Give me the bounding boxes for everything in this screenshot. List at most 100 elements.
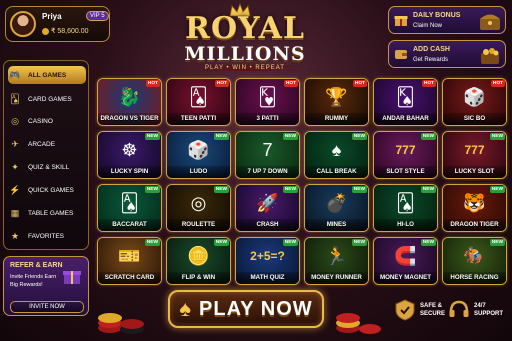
new-badge: NEW xyxy=(420,186,436,193)
game-tile-label: TEEN PATTI xyxy=(167,113,230,125)
game-tile[interactable]: 🏇 NEW HORSE RACING xyxy=(442,237,507,285)
game-tile[interactable]: 🏃 NEW MONEY RUNNER xyxy=(304,237,369,285)
vip-badge: VIP 5 xyxy=(86,11,109,21)
game-tile[interactable]: 🂡 NEW HI-LO xyxy=(373,184,438,232)
game-tile[interactable]: 🧲 NEW MONEY MAGNET xyxy=(373,237,438,285)
game-tile[interactable]: 🐉 HOT DRAGON VS TIGER xyxy=(97,78,162,126)
sidebar-item-label: QUIZ & SKILL xyxy=(28,163,70,171)
refer-text: Invite Friends Earn Big Rewards! xyxy=(10,274,57,288)
game-tile[interactable]: 7 NEW 7 UP 7 DOWN xyxy=(235,131,300,179)
daily-bonus-button[interactable]: DAILY BONUS Claim Now xyxy=(388,6,506,34)
sidebar-item-table-games[interactable]: ▦ TABLE GAMES xyxy=(8,204,86,222)
sidebar-item-quiz-skill[interactable]: ✦ QUIZ & SKILL xyxy=(8,158,86,176)
game-tile[interactable]: 🎲 HOT SIC BO xyxy=(442,78,507,126)
sidebar-item-favorites[interactable]: ★ FAVORITES xyxy=(8,227,86,245)
game-tile-label: DRAGON VS TIGER xyxy=(98,113,161,125)
invite-now-button[interactable]: INVITE NOW xyxy=(10,301,84,313)
headset-icon xyxy=(449,300,469,317)
new-badge: NEW xyxy=(420,133,436,140)
brain-icon: ✦ xyxy=(11,161,19,172)
shield-icon xyxy=(395,299,415,321)
treasure-chest-icon xyxy=(480,14,500,30)
sidebar-item-label: QUICK GAMES xyxy=(28,186,74,194)
sidebar-item-label: ARCADE xyxy=(28,140,56,148)
game-tile[interactable]: ☸ NEW LUCKY SPIN xyxy=(97,131,162,179)
game-tile-label: HI-LO xyxy=(374,219,437,231)
refer-title: REFER & EARN xyxy=(10,262,63,269)
new-badge: NEW xyxy=(420,239,436,246)
sidebar-item-arcade[interactable]: ✈ ARCADE xyxy=(8,135,86,153)
support-button[interactable]: 24/7 SUPPORT xyxy=(448,296,503,324)
sidebar-item-all-games[interactable]: 🎮 ALL GAMES xyxy=(8,66,86,84)
cards-icon: 🂡 xyxy=(10,93,20,104)
support-line1: 24/7 xyxy=(474,303,486,309)
game-tile-label: MONEY RUNNER xyxy=(305,272,368,284)
gift-icon xyxy=(394,16,408,26)
sidebar-item-label: CARD GAMES xyxy=(28,95,72,103)
game-tile-label: ROULETTE xyxy=(167,219,230,231)
profile-card[interactable]: Priya VIP 5 ₹ 58,600.00 xyxy=(5,6,110,42)
avatar[interactable] xyxy=(10,11,36,37)
spade-icon: ♠ xyxy=(179,296,192,321)
new-badge: NEW xyxy=(282,133,298,140)
sidebar-item-label: ALL GAMES xyxy=(28,71,67,79)
sidebar-item-quick-games[interactable]: ⚡ QUICK GAMES xyxy=(8,181,86,199)
hot-badge: HOT xyxy=(145,80,160,87)
new-badge: NEW xyxy=(144,133,160,140)
play-now-button[interactable]: ♠ PLAY NOW xyxy=(168,290,324,328)
game-tile[interactable]: 🏆 HOT RUMMY xyxy=(304,78,369,126)
wallet-balance: ₹ 58,600.00 xyxy=(42,27,89,35)
game-tile-label: LUCKY SPIN xyxy=(98,166,161,178)
game-tile-label: MINES xyxy=(305,219,368,231)
new-badge: NEW xyxy=(144,239,160,246)
game-tile[interactable]: ♠ NEW CALL BREAK xyxy=(304,131,369,179)
game-tile[interactable]: 🂾 HOT 3 PATTI xyxy=(235,78,300,126)
safe-secure-badge: SAFE & SECURE xyxy=(394,296,445,324)
game-tile[interactable]: 🐯 NEW DRAGON TIGER xyxy=(442,184,507,232)
table-icon: ▦ xyxy=(10,207,20,218)
game-tile[interactable]: 2+5=? NEW MATH QUIZ xyxy=(235,237,300,285)
coin-icon xyxy=(42,27,49,35)
game-tile[interactable]: 🚀 NEW CRASH xyxy=(235,184,300,232)
hot-badge: HOT xyxy=(490,80,505,87)
sidebar-item-card-games[interactable]: 🂡 CARD GAMES xyxy=(8,90,86,108)
logo-tagline: PLAY • WIN • REPEAT xyxy=(180,65,310,71)
game-tile[interactable]: 🂡 NEW BACCARAT xyxy=(97,184,162,232)
game-tile[interactable]: 💣 NEW MINES xyxy=(304,184,369,232)
game-tile[interactable]: 🎫 NEW SCRATCH CARD xyxy=(97,237,162,285)
game-tile-label: MONEY MAGNET xyxy=(374,272,437,284)
game-tile-label: LUCKY SLOT xyxy=(443,166,506,178)
new-badge: NEW xyxy=(489,239,505,246)
new-badge: NEW xyxy=(282,186,298,193)
star-icon: ★ xyxy=(10,230,20,241)
balance-value: ₹ 58,600.00 xyxy=(51,28,89,35)
game-tile[interactable]: 🎲 NEW LUDO xyxy=(166,131,231,179)
hot-badge: HOT xyxy=(214,80,229,87)
gift-icon xyxy=(63,271,81,284)
game-tile[interactable]: 🪙 NEW FLIP & WIN xyxy=(166,237,231,285)
game-tile[interactable]: 🂮 HOT ANDAR BAHAR xyxy=(373,78,438,126)
safe-line1: SAFE & xyxy=(420,303,443,309)
game-tile-label: BACCARAT xyxy=(98,219,161,231)
daily-bonus-sub: Claim Now xyxy=(413,23,443,29)
game-tile-label: LUDO xyxy=(167,166,230,178)
game-tile-label: ANDAR BAHAR xyxy=(374,113,437,125)
game-tile-label: SCRATCH CARD xyxy=(98,272,161,284)
add-cash-button[interactable]: ADD CASH Get Rewards xyxy=(388,40,506,68)
game-tile-label: 7 UP 7 DOWN xyxy=(236,166,299,178)
game-tile[interactable]: 777 NEW LUCKY SLOT xyxy=(442,131,507,179)
game-tile[interactable]: 777 NEW SLOT STYLE xyxy=(373,131,438,179)
hot-badge: HOT xyxy=(352,80,367,87)
game-tile-label: FLIP & WIN xyxy=(167,272,230,284)
roulette-icon: ◎ xyxy=(11,115,19,126)
play-now-label: PLAY NOW xyxy=(199,297,313,320)
sidebar-item-casino[interactable]: ◎ CASINO xyxy=(8,112,86,130)
logo-title: ROYAL xyxy=(185,11,305,46)
game-tile[interactable]: ◎ NEW ROULETTE xyxy=(166,184,231,232)
daily-bonus-title: DAILY BONUS xyxy=(413,12,461,19)
new-badge: NEW xyxy=(213,133,229,140)
game-tile-label: CALL BREAK xyxy=(305,166,368,178)
game-tile[interactable]: 🂡 HOT TEEN PATTI xyxy=(166,78,231,126)
add-cash-title: ADD CASH xyxy=(413,46,450,53)
logo-subtitle: MILLIONS xyxy=(184,43,306,65)
